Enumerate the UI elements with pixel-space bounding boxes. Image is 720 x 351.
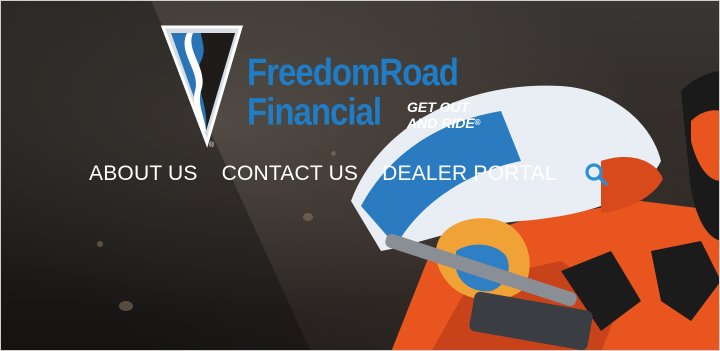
main-nav: ABOUT US CONTACT US DEALER PORTAL [89, 161, 609, 187]
tagline-line-1: GET OUT [407, 99, 470, 115]
tagline-line-2-text: AND RIDE [407, 115, 475, 131]
nav-contact-us[interactable]: CONTACT US [222, 162, 359, 186]
nav-about-us[interactable]: ABOUT US [89, 162, 198, 186]
tagline: GET OUT AND RIDE® [407, 99, 481, 131]
logo-registered-mark: ® [209, 141, 215, 149]
nav-dealer-portal[interactable]: DEALER PORTAL [382, 162, 557, 186]
search-icon [585, 163, 608, 186]
search-button[interactable] [583, 161, 609, 187]
tagline-registered-mark: ® [474, 118, 481, 127]
tagline-line-2: AND RIDE® [407, 115, 481, 131]
road-shield-icon: ® [161, 25, 244, 149]
brand-line-1: FreedomRoad [247, 50, 459, 94]
freedomroad-logo[interactable]: ® FreedomRoad Financial GET OUT AND RIDE… [161, 21, 481, 151]
hero-banner: ® FreedomRoad Financial GET OUT AND RIDE… [0, 0, 720, 351]
